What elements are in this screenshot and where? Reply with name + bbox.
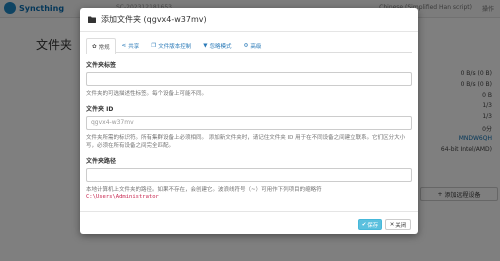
modal-footer: ✔ 保存 ✕ 关闭 [80, 211, 418, 234]
folder-label-help: 文件夹的可选描述性标签。每个设备上可能不同。 [86, 91, 208, 97]
gear-icon: ✿ [92, 43, 97, 50]
tab-label: 常规 [98, 44, 110, 51]
share-icon: ⋖ [121, 43, 127, 49]
tab-label: 共享 [128, 44, 140, 50]
home-path-code: C:\Users\Administrator [86, 194, 159, 200]
general-form: 文件夹标签 文件夹的可选描述性标签。每个设备上可能不同。 文件夹 ID qgvx… [86, 60, 412, 200]
folder-id-help: 文件夹所需的标识符。所有集群设备上必须相同。 添加新文件夹时，请记住文件夹 ID… [86, 135, 406, 149]
close-icon: ✕ [389, 221, 395, 228]
cogs-icon: ⚙ [243, 43, 249, 49]
filter-icon: ▼ [203, 43, 208, 49]
folder-id-input[interactable]: qgvx4-w37mv [86, 116, 412, 130]
folder-path-title: 文件夹路径 [86, 158, 117, 165]
modal-header: 添加文件夹 (qgvx4-w37mv) [80, 8, 418, 32]
close-label: 关闭 [395, 222, 407, 229]
copy-icon: ❐ [151, 43, 157, 49]
tab-label: 文件版本控制 [158, 44, 192, 50]
save-label: 保存 [367, 222, 379, 229]
close-button[interactable]: ✕ 关闭 [385, 219, 411, 230]
check-icon: ✔ [361, 221, 367, 228]
folder-label-title: 文件夹标签 [86, 62, 117, 69]
tab-file-versioning[interactable]: ❐ 文件版本控制 [145, 38, 197, 53]
add-folder-dialog: 添加文件夹 (qgvx4-w37mv) ✿ 常规 ⋖ 共享 ❐ 文件版本控制 ▼… [80, 8, 418, 234]
folder-id-title: 文件夹 ID [86, 106, 114, 113]
folder-path-input[interactable] [86, 168, 412, 182]
modal-title: 添加文件夹 (qgvx4-w37mv) [101, 15, 207, 24]
folder-label-input[interactable] [86, 72, 412, 86]
folder-path-help: 本地计算机上文件夹的路径。如果不存在，会创建它。波浪线符号（~）可用作下列项目的… [86, 187, 322, 193]
tab-advanced[interactable]: ⚙ 高级 [237, 38, 267, 53]
save-button[interactable]: ✔ 保存 [358, 219, 382, 230]
tab-general[interactable]: ✿ 常规 [86, 38, 116, 54]
tab-bar: ✿ 常规 ⋖ 共享 ❐ 文件版本控制 ▼ 忽略模式 ⚙ 高级 [86, 38, 412, 54]
tab-ignore-patterns[interactable]: ▼ 忽略模式 [197, 38, 237, 53]
tab-label: 高级 [250, 44, 262, 50]
tab-sharing[interactable]: ⋖ 共享 [116, 38, 146, 53]
folder-icon [88, 16, 96, 23]
tab-label: 忽略模式 [209, 44, 232, 50]
